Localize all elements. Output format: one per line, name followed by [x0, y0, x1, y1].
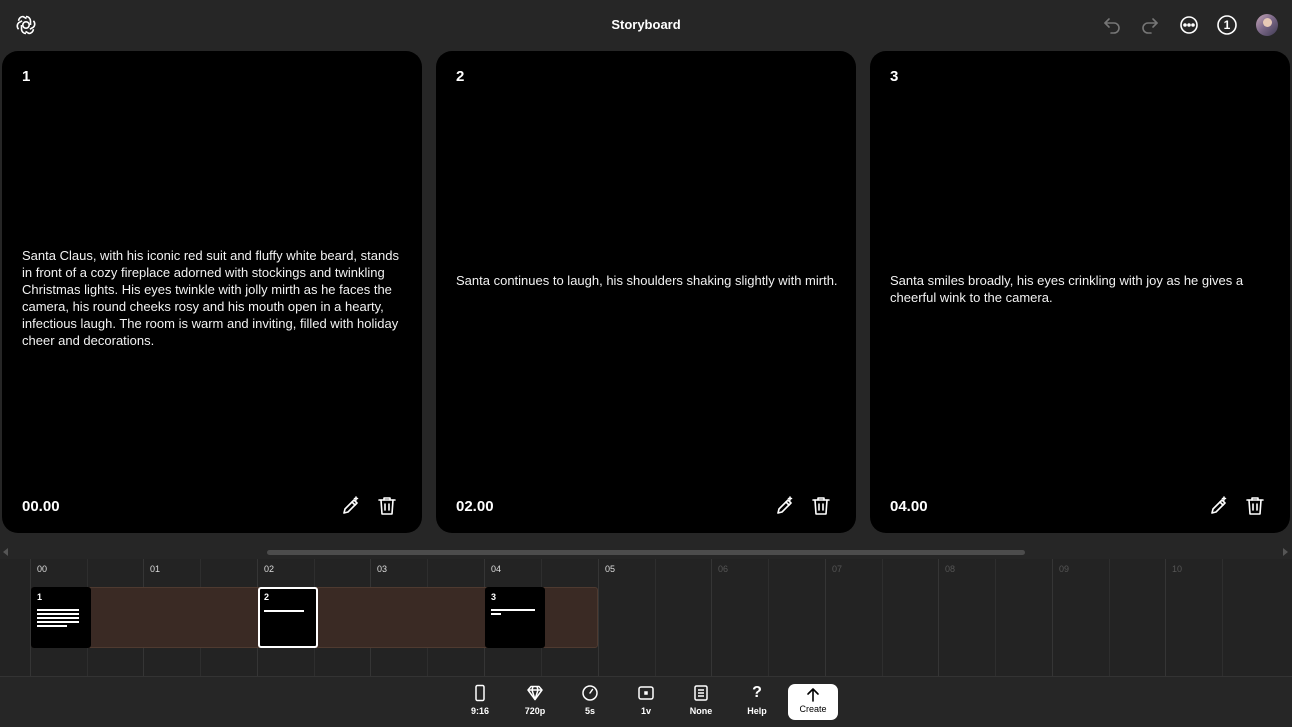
- clip-text-line: [37, 613, 79, 615]
- redo-icon[interactable]: [1139, 14, 1161, 36]
- clip-text-line: [37, 609, 79, 611]
- trash-icon[interactable]: [1244, 495, 1266, 517]
- help-icon: ?: [752, 684, 762, 701]
- clip-text-line: [491, 609, 535, 611]
- timeline-tick: 05: [605, 564, 616, 574]
- timeline-gridline: [1109, 559, 1110, 676]
- timeline-gridline: [995, 559, 996, 676]
- trash-icon[interactable]: [376, 495, 398, 517]
- tool-label: 5s: [584, 706, 595, 716]
- clip-text-line: [37, 621, 79, 623]
- timeline-tick: 03: [377, 564, 388, 574]
- count-badge[interactable]: 1: [1216, 14, 1238, 36]
- arrow-up-icon: [807, 688, 819, 702]
- card-timestamp: 04.00: [890, 498, 928, 515]
- create-label: Create: [799, 704, 827, 714]
- clip-text-line: [37, 617, 79, 619]
- edit-icon[interactable]: [774, 495, 796, 517]
- more-icon[interactable]: [1178, 14, 1200, 36]
- timeline-gridline: [711, 559, 712, 676]
- timeline-tick: 08: [945, 564, 956, 574]
- diamond-icon: [527, 685, 543, 701]
- duration-button[interactable]: 5s: [565, 684, 615, 724]
- trash-icon[interactable]: [810, 495, 832, 517]
- timeline-tick: 09: [1059, 564, 1070, 574]
- timeline-gridline: [1222, 559, 1223, 676]
- undo-icon[interactable]: [1101, 14, 1123, 36]
- timeline-gridline: [882, 559, 883, 676]
- timeline-gridline: [598, 559, 599, 676]
- timeline-gridline: [938, 559, 939, 676]
- timeline-tick: 06: [718, 564, 729, 574]
- variation-icon: [638, 686, 654, 700]
- document-icon: [694, 685, 708, 701]
- clip-text-line: [37, 625, 67, 627]
- clip-text-line: [264, 610, 304, 612]
- tool-label: None: [689, 706, 713, 716]
- clip-number: 2: [264, 592, 270, 602]
- horizontal-scrollbar-thumb[interactable]: [267, 550, 1025, 555]
- timeline-tick: 04: [491, 564, 502, 574]
- timeline-tick: 07: [832, 564, 843, 574]
- tool-label: 9:16: [470, 706, 489, 716]
- help-button[interactable]: ? Help: [732, 684, 782, 724]
- resolution-button[interactable]: 720p: [510, 684, 560, 724]
- card-number: 2: [456, 68, 465, 85]
- tool-label: 1v: [640, 706, 651, 716]
- timeline-tick: 10: [1172, 564, 1183, 574]
- tool-label: Help: [747, 706, 767, 716]
- storyboard-card-2[interactable]: 2 Santa continues to laugh, his shoulder…: [436, 51, 856, 533]
- clip-number: 3: [491, 592, 497, 602]
- card-number: 1: [22, 68, 31, 85]
- count-badge-value: 1: [1223, 18, 1231, 32]
- storyboard-card-3[interactable]: 3 Santa smiles broadly, his eyes crinkli…: [870, 51, 1290, 533]
- timeline-clip-3[interactable]: 3: [485, 587, 545, 648]
- card-description: Santa Claus, with his iconic red suit an…: [22, 248, 399, 348]
- timeline[interactable]: 00 01 02 03 04 05 06 07 08 09 10 1 2 3: [0, 559, 1292, 676]
- edit-icon[interactable]: [340, 495, 362, 517]
- timeline-gridline: [768, 559, 769, 676]
- card-timestamp: 02.00: [456, 498, 494, 515]
- storyboard-card-1[interactable]: 1 Santa Claus, with his iconic red suit …: [2, 51, 422, 533]
- variations-button[interactable]: 1v: [621, 684, 671, 724]
- preset-button[interactable]: None: [676, 684, 726, 724]
- card-number: 3: [890, 68, 899, 85]
- page-title: Storyboard: [611, 17, 681, 32]
- clip-number: 1: [37, 592, 43, 602]
- timeline-tick: 00: [37, 564, 48, 574]
- timeline-clip-1[interactable]: 1: [31, 587, 91, 648]
- timeline-tick: 01: [150, 564, 161, 574]
- card-description: Santa smiles broadly, his eyes crinkling…: [890, 273, 1244, 305]
- timeline-gridline: [1165, 559, 1166, 676]
- scroll-right-arrow[interactable]: [1283, 548, 1288, 556]
- header: Storyboard 1: [0, 0, 1292, 50]
- card-description: Santa continues to laugh, his shoulders …: [456, 273, 838, 288]
- scroll-left-arrow[interactable]: [3, 548, 8, 556]
- phone-icon: [475, 684, 485, 702]
- tool-label: 720p: [524, 706, 546, 716]
- timeline-tick: 02: [264, 564, 275, 574]
- timeline-gridline: [655, 559, 656, 676]
- timeline-clip-2[interactable]: 2: [258, 587, 318, 648]
- avatar[interactable]: [1256, 14, 1278, 36]
- aspect-ratio-button[interactable]: 9:16: [455, 684, 505, 724]
- edit-icon[interactable]: [1208, 495, 1230, 517]
- timeline-gridline: [1052, 559, 1053, 676]
- clock-icon: [582, 685, 598, 701]
- card-timestamp: 00.00: [22, 498, 60, 515]
- clip-text-line: [491, 613, 501, 615]
- timeline-gridline: [825, 559, 826, 676]
- create-button[interactable]: Create: [788, 684, 838, 720]
